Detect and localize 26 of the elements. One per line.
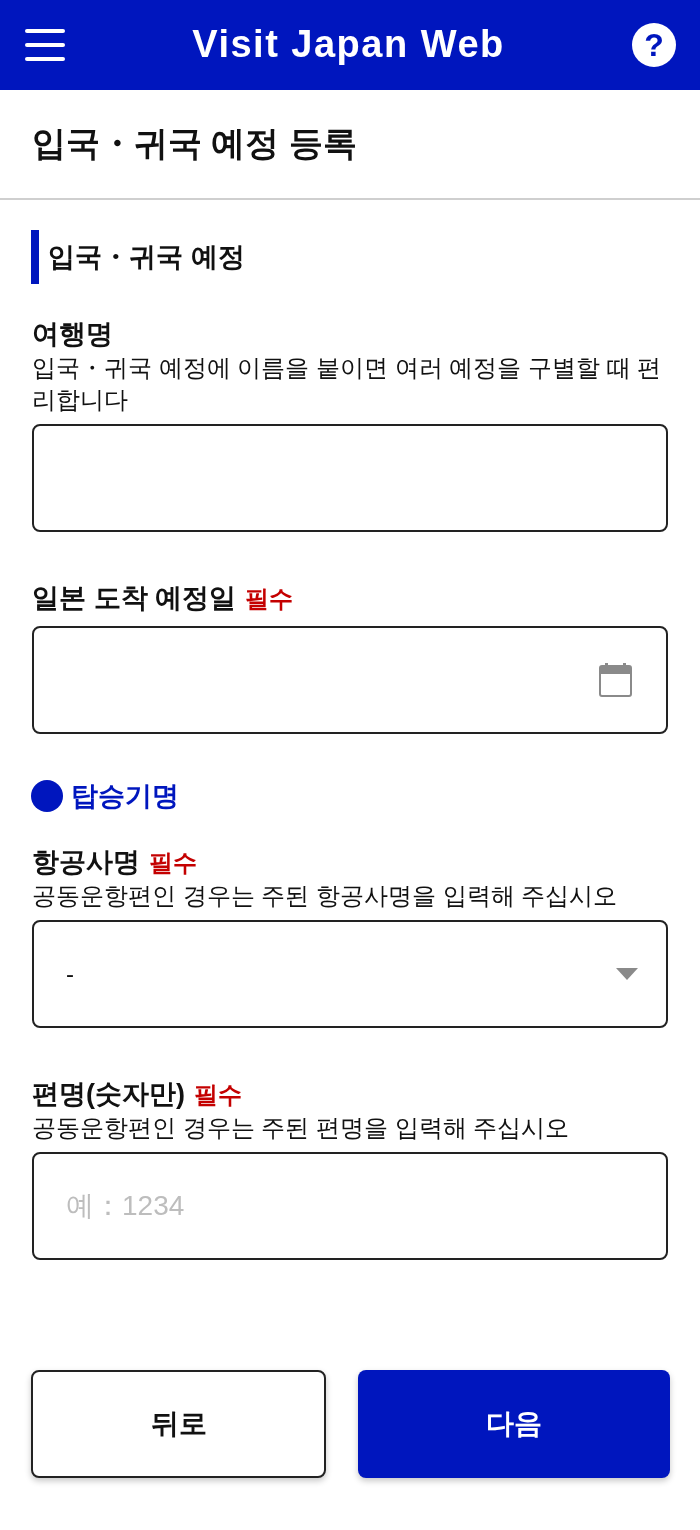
field-label: 여행명	[32, 318, 113, 351]
field-label: 편명(숫자만)	[32, 1078, 185, 1111]
accent-bar	[31, 230, 39, 284]
section-heading: 입국・귀국 예정	[48, 241, 245, 274]
required-label: 필수	[194, 1080, 242, 1110]
page-title: 입국・귀국 예정 등록	[32, 123, 357, 164]
required-label: 필수	[245, 584, 293, 614]
field-hint: 공동운항편인 경우는 주된 편명을 입력해 주십시오	[32, 1113, 571, 1143]
required-label: 필수	[149, 848, 197, 878]
date-field[interactable]	[32, 626, 668, 734]
field-hint: 공동운항편인 경우는 주된 항공사명을 입력해 주십시오	[32, 881, 619, 911]
field-label: 일본 도착 예정일	[32, 582, 236, 615]
select-field[interactable]: -	[32, 920, 668, 1028]
help-button[interactable]: ?	[632, 23, 676, 67]
caret-icon	[616, 968, 638, 980]
back-button[interactable]: 뒤로	[31, 1370, 326, 1478]
menu-icon[interactable]	[25, 28, 65, 62]
field-hint: 입국・귀국 예정에 이름을 붙이면 여러 예정을 구별할 때 편리합니다	[32, 353, 663, 415]
section-heading: 탑승기명	[71, 780, 179, 813]
site-title: Visit Japan Web	[192, 22, 505, 68]
calendar-icon[interactable]	[599, 663, 632, 697]
field-label: 항공사명	[32, 846, 140, 879]
circle-bullet-icon	[31, 780, 63, 812]
input-field[interactable]: 예：1234	[32, 1152, 668, 1260]
input-field[interactable]	[32, 424, 668, 532]
next-button[interactable]: 다음	[358, 1370, 670, 1478]
